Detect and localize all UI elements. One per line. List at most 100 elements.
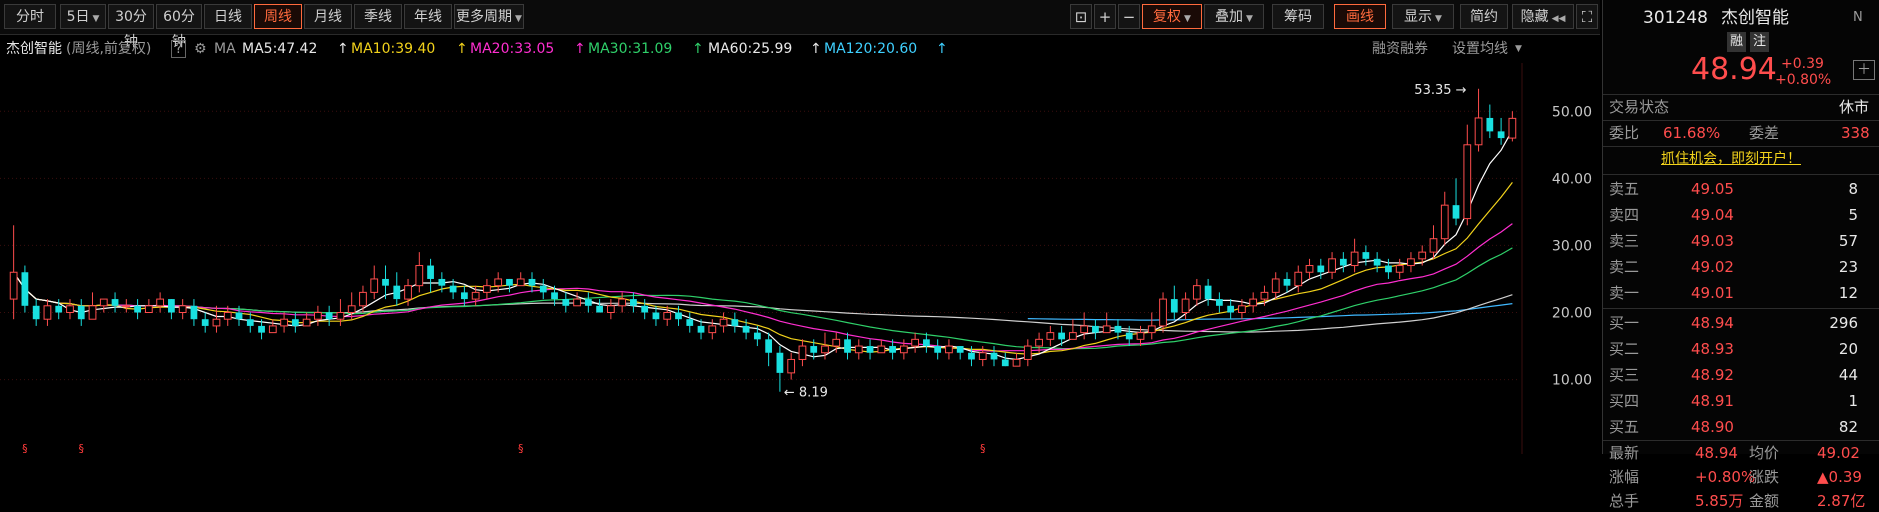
candle-body[interactable] (494, 278, 503, 287)
candle-body[interactable] (168, 299, 175, 313)
period-tab-more[interactable]: 更多周期 ▼ (454, 4, 524, 29)
candle-body[interactable] (1080, 325, 1089, 334)
candle-body[interactable] (235, 312, 243, 320)
candle-body[interactable] (630, 299, 637, 306)
candle-body[interactable] (471, 291, 480, 300)
candle-body[interactable] (347, 305, 356, 314)
candle-body[interactable] (144, 305, 153, 314)
simple-mode-button[interactable]: 简约 (1460, 4, 1508, 29)
ask-level-3[interactable]: 卖三 49.03 57 (1603, 230, 1879, 252)
candle-body[interactable] (765, 339, 773, 353)
ask-level-4[interactable]: 卖四 49.04 5 (1603, 204, 1879, 226)
candle-body[interactable] (1216, 299, 1223, 306)
candle-body[interactable] (1350, 251, 1359, 267)
candle-body[interactable] (427, 265, 434, 279)
candle-body[interactable] (1429, 238, 1438, 253)
chevron-down-icon[interactable]: ▼ (1515, 35, 1522, 63)
candle-body[interactable] (1170, 299, 1178, 313)
event-marker-icon[interactable]: § (980, 442, 986, 454)
candle-body[interactable] (302, 318, 311, 327)
bid-level-1[interactable]: 买一 48.94 296 (1603, 312, 1879, 334)
candle-body[interactable] (675, 312, 682, 320)
candle-body[interactable] (899, 345, 908, 354)
period-tab-daily[interactable]: 日线 (204, 4, 252, 29)
candle-body[interactable] (1181, 298, 1190, 313)
candle-body[interactable] (889, 346, 896, 353)
candle-body[interactable] (246, 319, 254, 326)
rights-adjust-button[interactable]: 复权 ▼ (1142, 4, 1202, 29)
candle-body[interactable] (404, 285, 412, 300)
fullscreen-icon[interactable]: ⛶ (1576, 4, 1598, 29)
candle-body[interactable] (516, 278, 525, 287)
candle-body[interactable] (88, 305, 97, 320)
candle-body[interactable] (1271, 278, 1280, 293)
display-button[interactable]: 显示 ▼ (1392, 4, 1454, 29)
candle-body[interactable] (382, 278, 389, 286)
gear-icon[interactable]: ⚙ (194, 35, 207, 63)
candle-body[interactable] (753, 332, 761, 340)
candle-body[interactable] (393, 285, 401, 300)
candle-body[interactable] (1147, 325, 1156, 334)
event-marker-icon[interactable]: § (518, 442, 524, 454)
candle-body[interactable] (325, 312, 333, 320)
candle-body[interactable] (291, 319, 299, 326)
candle-body[interactable] (134, 305, 141, 313)
candle-body[interactable] (731, 319, 739, 326)
kline-chart[interactable]: 50.00 40.00 30.00 20.00 10.00 53.35 → ← 8.19 § §… (0, 63, 1600, 454)
lock-icon[interactable]: ⊡ (1070, 4, 1092, 29)
candle-body[interactable] (832, 338, 841, 347)
overlay-button[interactable]: 叠加 ▼ (1204, 4, 1264, 29)
candle-body[interactable] (438, 278, 446, 286)
candle-body[interactable] (606, 305, 615, 314)
hide-panel-button[interactable]: 隐藏 ◀◀ (1512, 4, 1574, 29)
candle-body[interactable] (990, 352, 998, 360)
candle-body[interactable] (223, 312, 232, 320)
candle-body[interactable] (156, 298, 165, 307)
candle-body[interactable] (43, 305, 52, 320)
bid-level-5[interactable]: 买五 48.90 82 (1603, 416, 1879, 438)
candle-body[interactable] (212, 318, 221, 327)
bid-level-3[interactable]: 买三 48.92 44 (1603, 364, 1879, 386)
event-marker-icon[interactable]: § (78, 442, 84, 454)
candle-body[interactable] (742, 325, 750, 333)
candle-body[interactable] (359, 291, 367, 307)
candle-body[interactable] (1046, 332, 1055, 340)
candle-body[interactable] (1463, 144, 1472, 220)
candle-body[interactable] (122, 305, 131, 308)
candle-body[interactable] (787, 358, 796, 374)
candle-body[interactable] (1385, 265, 1392, 273)
candle-body[interactable] (1339, 258, 1347, 266)
candle-body[interactable] (190, 305, 198, 320)
candle-body[interactable] (810, 346, 818, 353)
period-tab-yearly[interactable]: 年线 (404, 4, 452, 29)
candle-body[interactable] (1373, 258, 1381, 266)
candle-body[interactable] (1497, 131, 1505, 139)
candle-body[interactable] (449, 285, 457, 293)
bid-level-4[interactable]: 买四 48.91 1 (1603, 390, 1879, 412)
candle-body[interactable] (1294, 271, 1303, 287)
candle-body[interactable] (968, 352, 975, 360)
candle-body[interactable] (9, 271, 18, 300)
candle-body[interactable] (945, 345, 953, 354)
candle-body[interactable] (1317, 265, 1325, 273)
candle-body[interactable] (1395, 265, 1404, 273)
open-account-promo[interactable]: 抓住机会，即刻开户！ (1661, 148, 1801, 170)
candle-body[interactable] (798, 345, 807, 360)
candle-body[interactable] (506, 278, 513, 286)
candle-body[interactable] (1452, 205, 1460, 219)
candle-body[interactable] (1418, 251, 1427, 260)
period-tab-weekly[interactable]: 周线 (254, 4, 302, 29)
zoom-out-button[interactable]: − (1118, 4, 1140, 29)
candle-body[interactable] (1249, 298, 1258, 307)
candle-body[interactable] (1159, 298, 1167, 327)
event-marker-icon[interactable]: § (22, 442, 28, 454)
ask-level-5[interactable]: 卖五 49.05 8 (1603, 178, 1879, 200)
candle-body[interactable] (528, 278, 536, 286)
candle-body[interactable] (1023, 345, 1032, 360)
candle-body[interactable] (111, 299, 119, 306)
candle-body[interactable] (551, 292, 558, 300)
candle-body[interactable] (1407, 258, 1415, 267)
candle-body[interactable] (911, 338, 920, 347)
candle-body[interactable] (1474, 117, 1483, 146)
period-tab-intraday[interactable]: 分时 (4, 4, 56, 29)
